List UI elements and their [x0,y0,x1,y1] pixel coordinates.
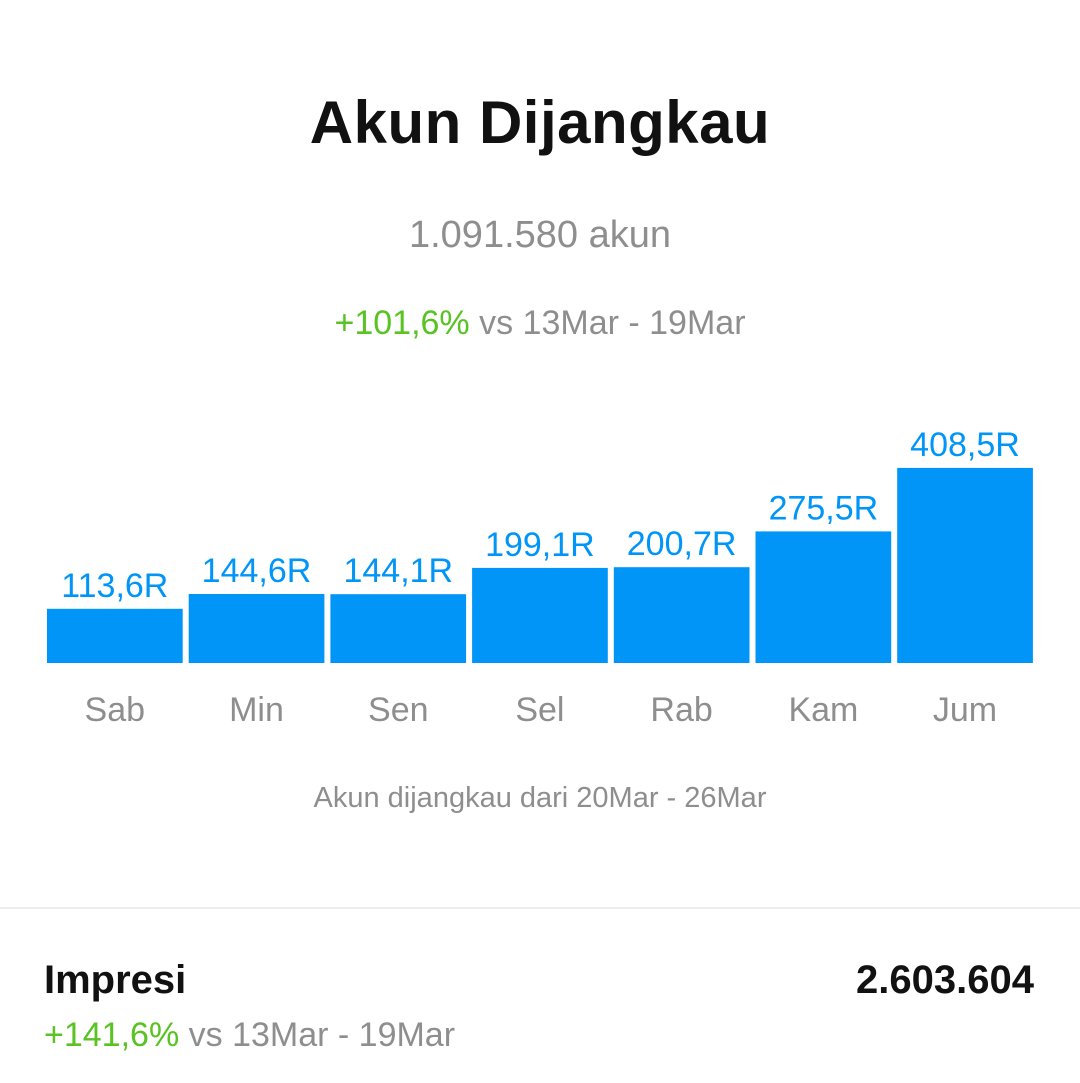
impressions-label[interactable]: Impresi [44,958,186,1003]
bar-value-label-jum: 408,5R [910,426,1020,464]
bar-value-label-min: 144,6R [202,552,312,590]
category-label-sel: Sel [515,691,564,729]
reach-bar-chart: 113,6R Sab 144,6R Min 144,1R Sen 199,1R Sel 200,… [47,426,1033,729]
bar-sen[interactable] [330,594,467,663]
bar-kam[interactable] [755,531,892,663]
chart-caption: Akun dijangkau dari 20Mar - 26Mar [313,782,767,814]
page-title: Akun Dijangkau [309,89,771,156]
reach-change-percent: +101,6% [334,304,470,342]
category-label-kam: Kam [788,691,858,729]
category-label-jum: Jum [933,691,997,729]
bar-value-label-sab: 113,6R [61,567,168,605]
category-label-rab: Rab [650,691,712,729]
bar-value-label-rab: 200,7R [627,525,737,563]
category-label-min: Min [229,691,284,729]
reach-comparison: +101,6% vs 13Mar - 19Mar [0,304,1080,343]
bar-value-label-sen: 144,1R [343,552,453,590]
reach-change-period: vs 13Mar - 19Mar [479,304,746,342]
bar-min[interactable] [188,594,325,663]
bar-rab[interactable] [613,567,750,663]
category-label-sab: Sab [85,691,146,729]
bar-jum[interactable] [897,467,1033,663]
bar-value-label-kam: 275,5R [769,489,879,527]
section-divider [0,907,1080,909]
category-label-sen: Sen [368,691,429,729]
bar-sel[interactable] [472,567,608,663]
impressions-value: 2.603.604 [856,958,1034,1002]
impressions-change-percent: +141,6% [44,1016,180,1054]
total-reach: 1.091.580 akun [408,214,671,256]
bar-sab[interactable] [47,608,183,663]
impressions-comparison: +141,6% vs 13Mar - 19Mar [44,1016,455,1055]
bar-value-label-sel: 199,1R [485,526,595,564]
impressions-change-period: vs 13Mar - 19Mar [188,1016,456,1054]
